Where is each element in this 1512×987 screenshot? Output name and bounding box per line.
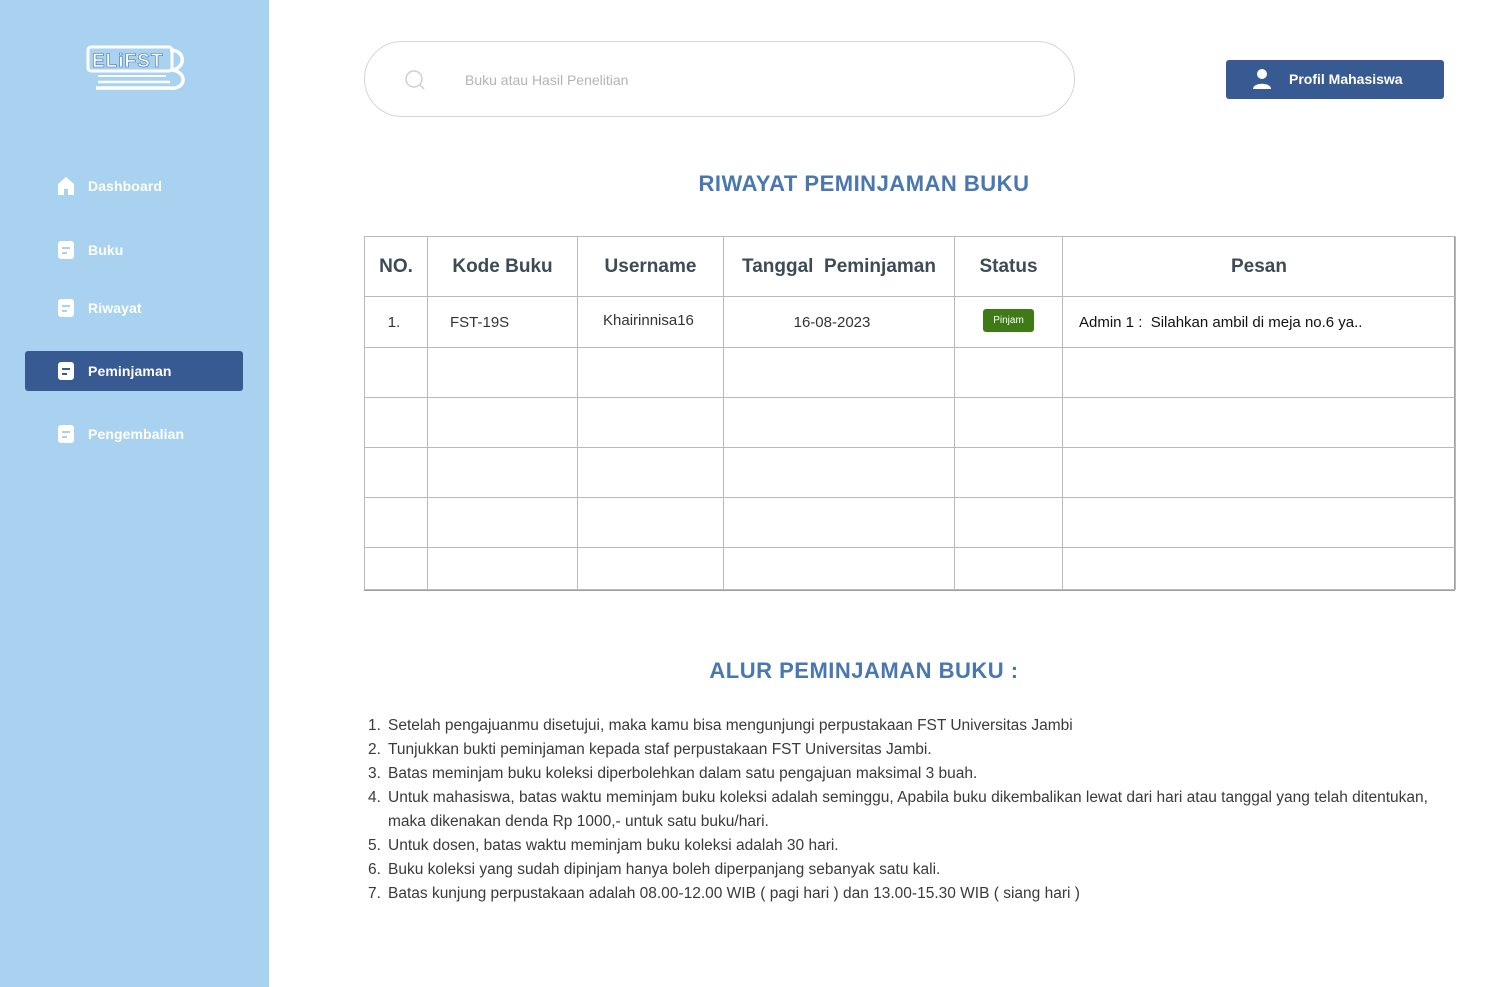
cell-tanggal: 16-08-2023 — [723, 296, 955, 348]
cell-pesan: Admin 1 : Silahkan ambil di meja no.6 ya… — [1062, 296, 1456, 348]
search-icon[interactable] — [403, 68, 427, 92]
list-item: 4. Untuk mahasiswa, batas waktu meminjam … — [368, 786, 1458, 834]
list-item: 1. Setelah pengajuanmu disetujui, maka ka… — [368, 714, 1458, 738]
document-icon — [58, 241, 74, 259]
app-logo[interactable]: ELiFST — [86, 42, 186, 94]
step-number: 4. — [368, 789, 381, 806]
list-item: 6. Buku koleksi yang sudah dipinjam hanya… — [368, 858, 1458, 882]
column-header-kode-buku: Kode Buku — [427, 236, 578, 297]
cell-kode-buku: FST-19S — [427, 296, 578, 348]
sidebar: ELiFST Dashboard Buku Riwayat Peminjaman… — [0, 0, 269, 987]
list-item: 3. Batas meminjam buku koleksi diperboleh… — [368, 762, 1458, 786]
step-text: Untuk dosen, batas waktu meminjam buku k… — [388, 837, 839, 854]
sidebar-item-dashboard[interactable]: Dashboard — [25, 166, 243, 206]
home-icon — [58, 177, 74, 195]
cell-status: Pinjam — [954, 296, 1063, 348]
sidebar-item-label: Buku — [88, 242, 124, 258]
sidebar-item-label: Dashboard — [88, 178, 163, 194]
step-text: Tunjukkan bukti peminjaman kepada staf p… — [388, 741, 932, 758]
cell-username: Khairinnisa16 — [577, 296, 724, 348]
sidebar-item-pengembalian[interactable]: Pengembalian — [25, 414, 243, 454]
step-text: Batas kunjung perpustakaan adalah 08.00-… — [388, 885, 1080, 902]
sidebar-item-riwayat[interactable]: Riwayat — [25, 288, 243, 328]
sidebar-item-peminjaman[interactable]: Peminjaman — [25, 351, 243, 391]
step-number: 2. — [368, 741, 381, 758]
column-header-username: Username — [577, 236, 724, 297]
sidebar-item-label: Pengembalian — [88, 426, 185, 442]
table-row-empty — [364, 347, 1456, 398]
step-number: 3. — [368, 765, 381, 782]
column-header-status: Status — [954, 236, 1063, 297]
page-title: RIWAYAT PEMINJAMAN BUKU — [698, 171, 1030, 196]
step-text: Batas meminjam buku koleksi diperbolehka… — [388, 765, 978, 782]
table-header-row: NO. Kode Buku Username Tanggal Peminjama… — [364, 236, 1456, 297]
profile-button[interactable]: Profil Mahasiswa — [1226, 60, 1444, 99]
section-title-alur: ALUR PEMINJAMAN BUKU : — [709, 658, 1019, 683]
list-item: 5. Untuk dosen, batas waktu meminjam buku… — [368, 834, 1458, 858]
sidebar-item-buku[interactable]: Buku — [25, 230, 243, 270]
list-item: 2. Tunjukkan bukti peminjaman kepada staf… — [368, 738, 1458, 762]
step-text: Setelah pengajuanmu disetujui, maka kamu… — [388, 717, 1073, 734]
table-row-empty — [364, 547, 1456, 590]
sidebar-item-label: Riwayat — [88, 300, 142, 316]
document-icon — [58, 425, 74, 443]
column-header-pesan: Pesan — [1062, 236, 1456, 297]
document-icon — [58, 299, 74, 317]
search-bar[interactable] — [364, 41, 1075, 117]
search-input[interactable] — [465, 66, 1025, 94]
step-number: 1. — [368, 717, 381, 734]
table-row-empty — [364, 397, 1456, 448]
step-number: 7. — [368, 885, 381, 902]
document-icon — [58, 362, 74, 380]
status-badge: Pinjam — [983, 309, 1034, 332]
table-row-empty — [364, 497, 1456, 548]
step-text: Buku koleksi yang sudah dipinjam hanya b… — [388, 861, 941, 878]
step-text: Untuk mahasiswa, batas waktu meminjam bu… — [388, 789, 1428, 830]
cell-no: 1. — [364, 296, 428, 348]
svg-text:ELiFST: ELiFST — [92, 51, 163, 72]
step-number: 5. — [368, 837, 381, 854]
list-item: 7. Batas kunjung perpustakaan adalah 08.0… — [368, 882, 1458, 906]
history-table: NO. Kode Buku Username Tanggal Peminjama… — [364, 236, 1456, 591]
table-row[interactable]: 1. FST-19S Khairinnisa16 16-08-2023 Pinj… — [364, 296, 1456, 348]
profile-button-label: Profil Mahasiswa — [1289, 71, 1403, 87]
user-icon — [1253, 69, 1271, 89]
column-header-tanggal: Tanggal Peminjaman — [723, 236, 955, 297]
step-number: 6. — [368, 861, 381, 878]
sidebar-item-label: Peminjaman — [88, 363, 172, 379]
table-row-empty — [364, 447, 1456, 498]
flow-steps-list: 1. Setelah pengajuanmu disetujui, maka ka… — [368, 714, 1458, 906]
column-header-no: NO. — [364, 236, 428, 297]
